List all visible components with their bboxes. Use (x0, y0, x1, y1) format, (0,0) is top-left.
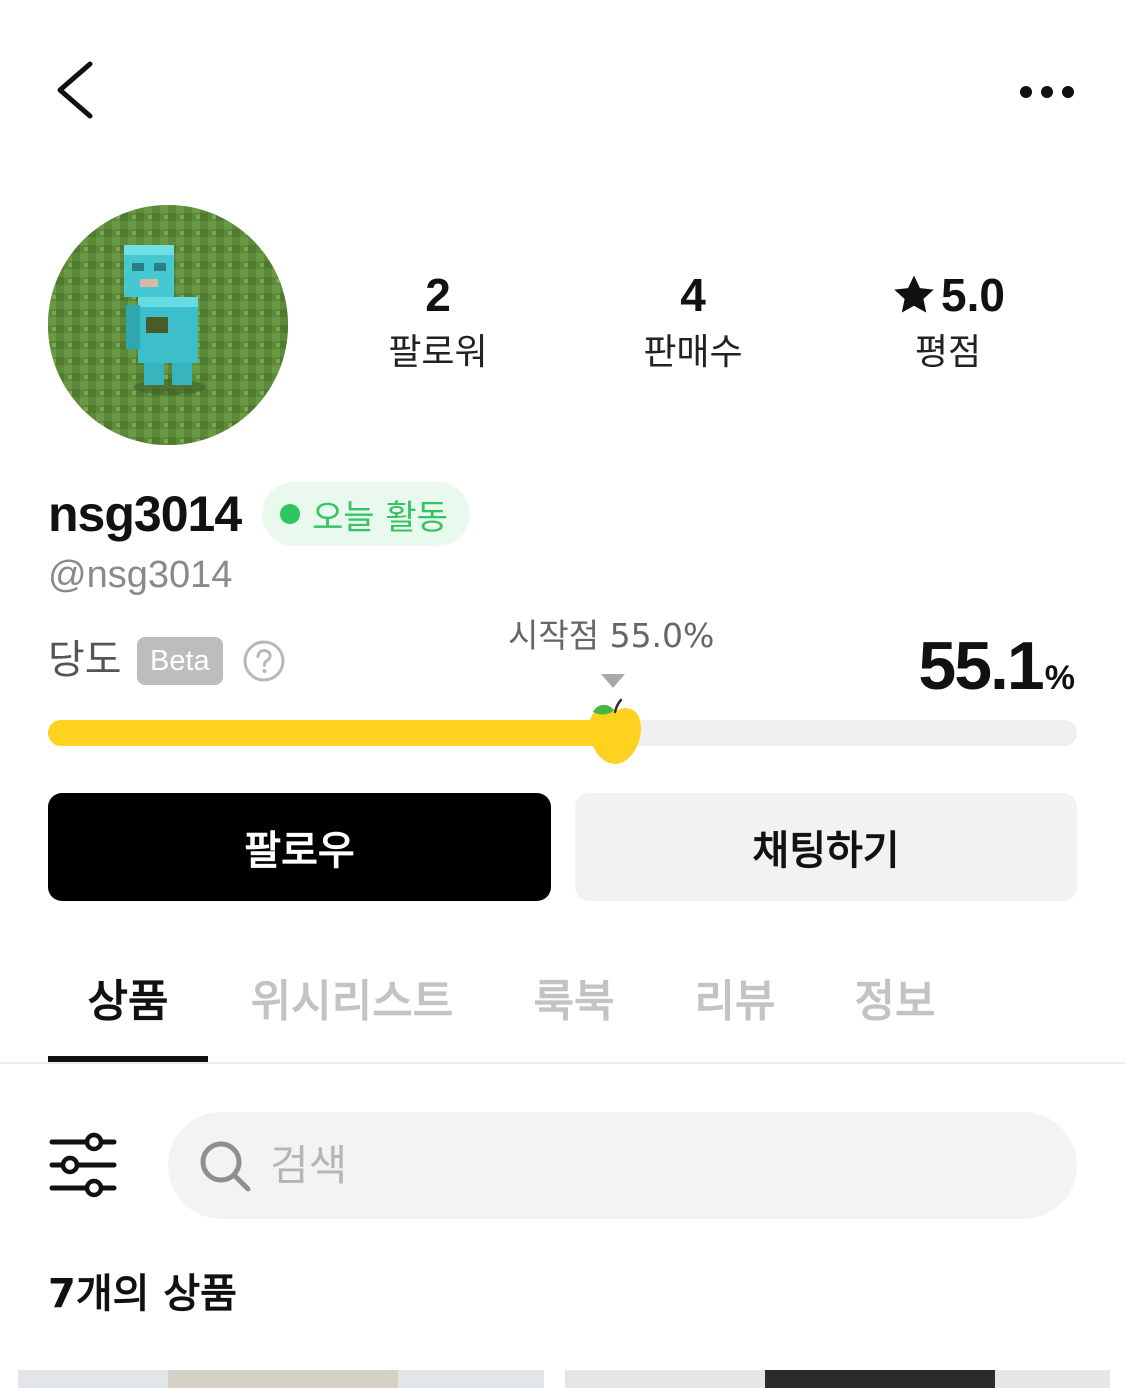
tab-lookbook[interactable]: 룩북 (514, 962, 634, 1042)
sugar-progress-track (48, 720, 1077, 746)
sugar-progress-fill (48, 720, 615, 746)
sales-label: 판매수 (643, 332, 743, 373)
active-tab-indicator (48, 1056, 208, 1062)
product-card-thumbnail[interactable] (565, 1370, 1110, 1388)
online-dot-icon (280, 504, 300, 524)
star-icon (894, 275, 934, 313)
start-point-label: 시작점 55.0% (508, 616, 715, 655)
more-horizontal-icon (1020, 86, 1074, 98)
question-circle-icon (243, 640, 285, 682)
apple-icon (589, 698, 641, 764)
sugar-unit: % (1044, 659, 1075, 697)
help-button[interactable] (242, 639, 286, 683)
search-input[interactable] (270, 1141, 1050, 1190)
rating-label: 평점 (914, 332, 982, 373)
avatar-image (48, 205, 288, 445)
activity-text: 오늘 활동 (312, 497, 448, 538)
user-handle: @nsg3014 (48, 554, 233, 596)
stat-rating[interactable]: 5.0 평점 (848, 268, 1048, 378)
sugar-label: 당도 (48, 637, 122, 683)
stat-sales[interactable]: 4 판매수 (593, 268, 793, 378)
beta-badge: Beta (137, 637, 223, 685)
avatar[interactable] (48, 205, 288, 445)
stat-followers[interactable]: 2 팔로워 (338, 268, 538, 378)
back-button[interactable] (40, 50, 120, 130)
sliders-icon (49, 1132, 117, 1198)
search-bar[interactable] (168, 1112, 1077, 1219)
chevron-left-icon (57, 61, 93, 119)
product-image (565, 1370, 1110, 1388)
tab-wishlist[interactable]: 위시리스트 (238, 962, 466, 1042)
followers-label: 팔로워 (388, 332, 488, 373)
username: nsg3014 (48, 486, 242, 542)
products-count: 7개의 상품 (48, 1271, 237, 1317)
sugar-number: 55.1 (918, 628, 1044, 704)
followers-count: 2 (425, 269, 451, 321)
rating-value-wrap: 5.0 (848, 268, 1048, 322)
rating-value: 5.0 (941, 269, 1005, 321)
tab-products[interactable]: 상품 (48, 962, 208, 1042)
more-button[interactable] (1010, 70, 1090, 114)
sugar-value: 55.1 % (918, 626, 1075, 706)
caret-down-icon (601, 674, 625, 688)
sales-count: 4 (680, 269, 706, 321)
product-card-thumbnail[interactable] (18, 1370, 544, 1388)
filter-button[interactable] (48, 1132, 120, 1198)
profile-tabs: 상품 위시리스트 룩북 리뷰 정보 (0, 950, 1125, 1064)
search-icon (200, 1141, 251, 1191)
tab-info[interactable]: 정보 (835, 962, 955, 1042)
activity-badge: 오늘 활동 (262, 482, 470, 546)
follow-button[interactable]: 팔로우 (48, 793, 551, 901)
tab-reviews[interactable]: 리뷰 (675, 962, 795, 1042)
chat-button[interactable]: 채팅하기 (575, 793, 1077, 901)
product-image (18, 1370, 544, 1388)
